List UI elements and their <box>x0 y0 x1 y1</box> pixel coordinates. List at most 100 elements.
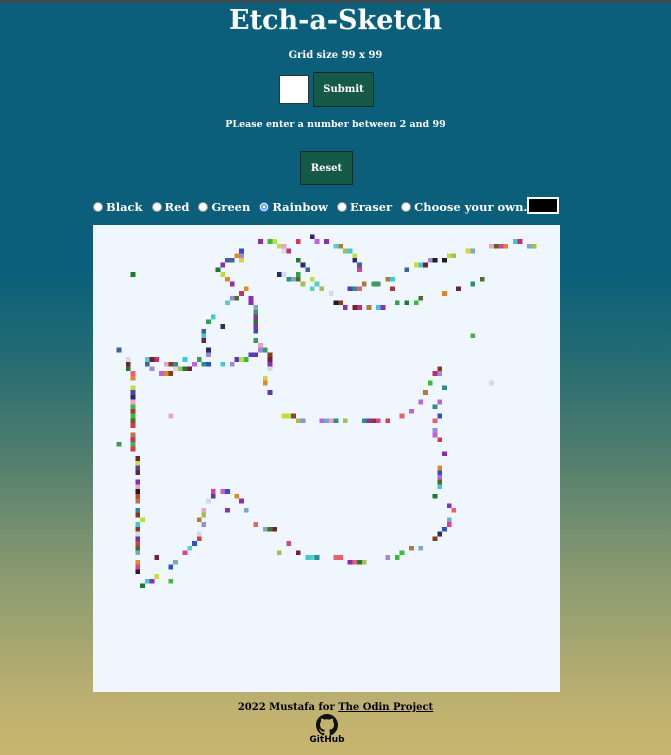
grid-cell[interactable] <box>168 361 174 367</box>
mode-option[interactable]: Rainbow <box>259 200 328 214</box>
grid-cell[interactable] <box>234 493 240 499</box>
grid-cell[interactable] <box>130 441 136 447</box>
grid-cell[interactable] <box>295 418 301 424</box>
grid-cell[interactable] <box>267 352 273 358</box>
grid-cell[interactable] <box>394 300 400 306</box>
grid-cell[interactable] <box>361 559 367 565</box>
grid-cell[interactable] <box>126 366 131 372</box>
grid-cell[interactable] <box>418 399 424 405</box>
grid-cell[interactable] <box>262 380 268 386</box>
grid-cell[interactable] <box>253 309 259 315</box>
grid-cell[interactable] <box>253 352 259 358</box>
grid-cell[interactable] <box>229 258 235 263</box>
grid-cell[interactable] <box>130 371 136 376</box>
sketch-grid[interactable] <box>93 225 565 692</box>
grid-cell[interactable] <box>446 517 452 523</box>
grid-cell[interactable] <box>253 522 259 527</box>
grid-cell[interactable] <box>437 484 443 490</box>
grid-cell[interactable] <box>135 470 141 476</box>
grid-cell[interactable] <box>126 361 131 367</box>
grid-cell[interactable] <box>201 512 207 518</box>
grid-cell[interactable] <box>314 555 320 560</box>
grid-cell[interactable] <box>328 291 334 296</box>
grid-cell[interactable] <box>286 413 292 419</box>
grid-cell[interactable] <box>253 314 259 320</box>
grid-cell[interactable] <box>309 555 315 560</box>
grid-cell[interactable] <box>470 248 476 254</box>
grid-cell[interactable] <box>248 352 254 358</box>
grid-cell[interactable] <box>262 347 268 353</box>
grid-cell[interactable] <box>116 441 122 447</box>
grid-cell[interactable] <box>220 361 226 367</box>
grid-cell[interactable] <box>173 559 178 565</box>
grid-cell[interactable] <box>394 555 400 560</box>
grid-cell[interactable] <box>399 413 405 419</box>
grid-cell[interactable] <box>437 470 443 476</box>
grid-cell[interactable] <box>451 508 457 513</box>
grid-cell[interactable] <box>196 357 202 362</box>
grid-cell[interactable] <box>465 248 471 254</box>
grid-cell[interactable] <box>324 239 329 244</box>
grid-cell[interactable] <box>437 531 443 537</box>
grid-cell[interactable] <box>286 541 292 546</box>
grid-cell[interactable] <box>432 404 438 409</box>
grid-cell[interactable] <box>437 371 443 376</box>
grid-cell[interactable] <box>343 248 348 254</box>
mode-radio[interactable] <box>93 202 103 212</box>
grid-cell[interactable] <box>135 484 141 490</box>
grid-cell[interactable] <box>215 267 221 273</box>
grid-cell[interactable] <box>437 399 443 405</box>
submit-button[interactable]: Submit <box>313 72 374 107</box>
grid-cell[interactable] <box>234 253 240 259</box>
grid-cell[interactable] <box>135 545 141 551</box>
grid-cell[interactable] <box>427 380 433 386</box>
grid-cell[interactable] <box>154 574 160 579</box>
grid-cell[interactable] <box>404 300 410 306</box>
grid-cell[interactable] <box>201 328 207 334</box>
grid-cell[interactable] <box>446 253 452 259</box>
grid-cell[interactable] <box>446 503 452 509</box>
grid-cell[interactable] <box>130 408 136 414</box>
grid-cell[interactable] <box>267 361 273 367</box>
grid-cell[interactable] <box>295 276 301 282</box>
grid-cell[interactable] <box>130 418 136 424</box>
grid-cell[interactable] <box>333 300 339 306</box>
grid-cell[interactable] <box>305 555 310 560</box>
grid-cell[interactable] <box>343 418 348 424</box>
grid-cell[interactable] <box>479 276 485 282</box>
grid-cell[interactable] <box>432 371 438 376</box>
grid-cell[interactable] <box>210 314 216 320</box>
grid-cell[interactable] <box>229 281 235 287</box>
grid-cell[interactable] <box>140 583 145 589</box>
grid-cell[interactable] <box>201 338 207 343</box>
grid-cell[interactable] <box>352 305 358 310</box>
grid-cell[interactable] <box>442 526 447 532</box>
mode-option[interactable]: Red <box>151 200 189 214</box>
grid-cell[interactable] <box>385 555 391 560</box>
mode-radio[interactable] <box>401 202 412 212</box>
grid-cell[interactable] <box>206 347 211 353</box>
grid-cell[interactable] <box>130 390 136 395</box>
mode-option[interactable]: Green <box>198 200 250 214</box>
grid-cell[interactable] <box>305 267 310 273</box>
grid-cell[interactable] <box>343 305 348 310</box>
grid-cell[interactable] <box>192 541 197 546</box>
grid-cell[interactable] <box>418 262 424 268</box>
grid-cell[interactable] <box>253 328 259 334</box>
grid-cell[interactable] <box>437 465 443 471</box>
grid-cell[interactable] <box>276 272 282 277</box>
grid-cell[interactable] <box>168 413 174 419</box>
grid-cell[interactable] <box>357 267 362 273</box>
grid-cell[interactable] <box>413 300 419 306</box>
grid-cell[interactable] <box>130 375 136 381</box>
grid-cell[interactable] <box>130 446 136 452</box>
grid-cell[interactable] <box>220 324 226 329</box>
grid-cell[interactable] <box>126 357 131 362</box>
grid-cell[interactable] <box>130 437 136 442</box>
grid-cell[interactable] <box>286 276 292 282</box>
grid-cell[interactable] <box>376 418 381 424</box>
grid-cell[interactable] <box>427 258 433 263</box>
grid-cell[interactable] <box>130 413 136 419</box>
grid-cell[interactable] <box>229 361 235 367</box>
grid-cell[interactable] <box>437 366 443 372</box>
